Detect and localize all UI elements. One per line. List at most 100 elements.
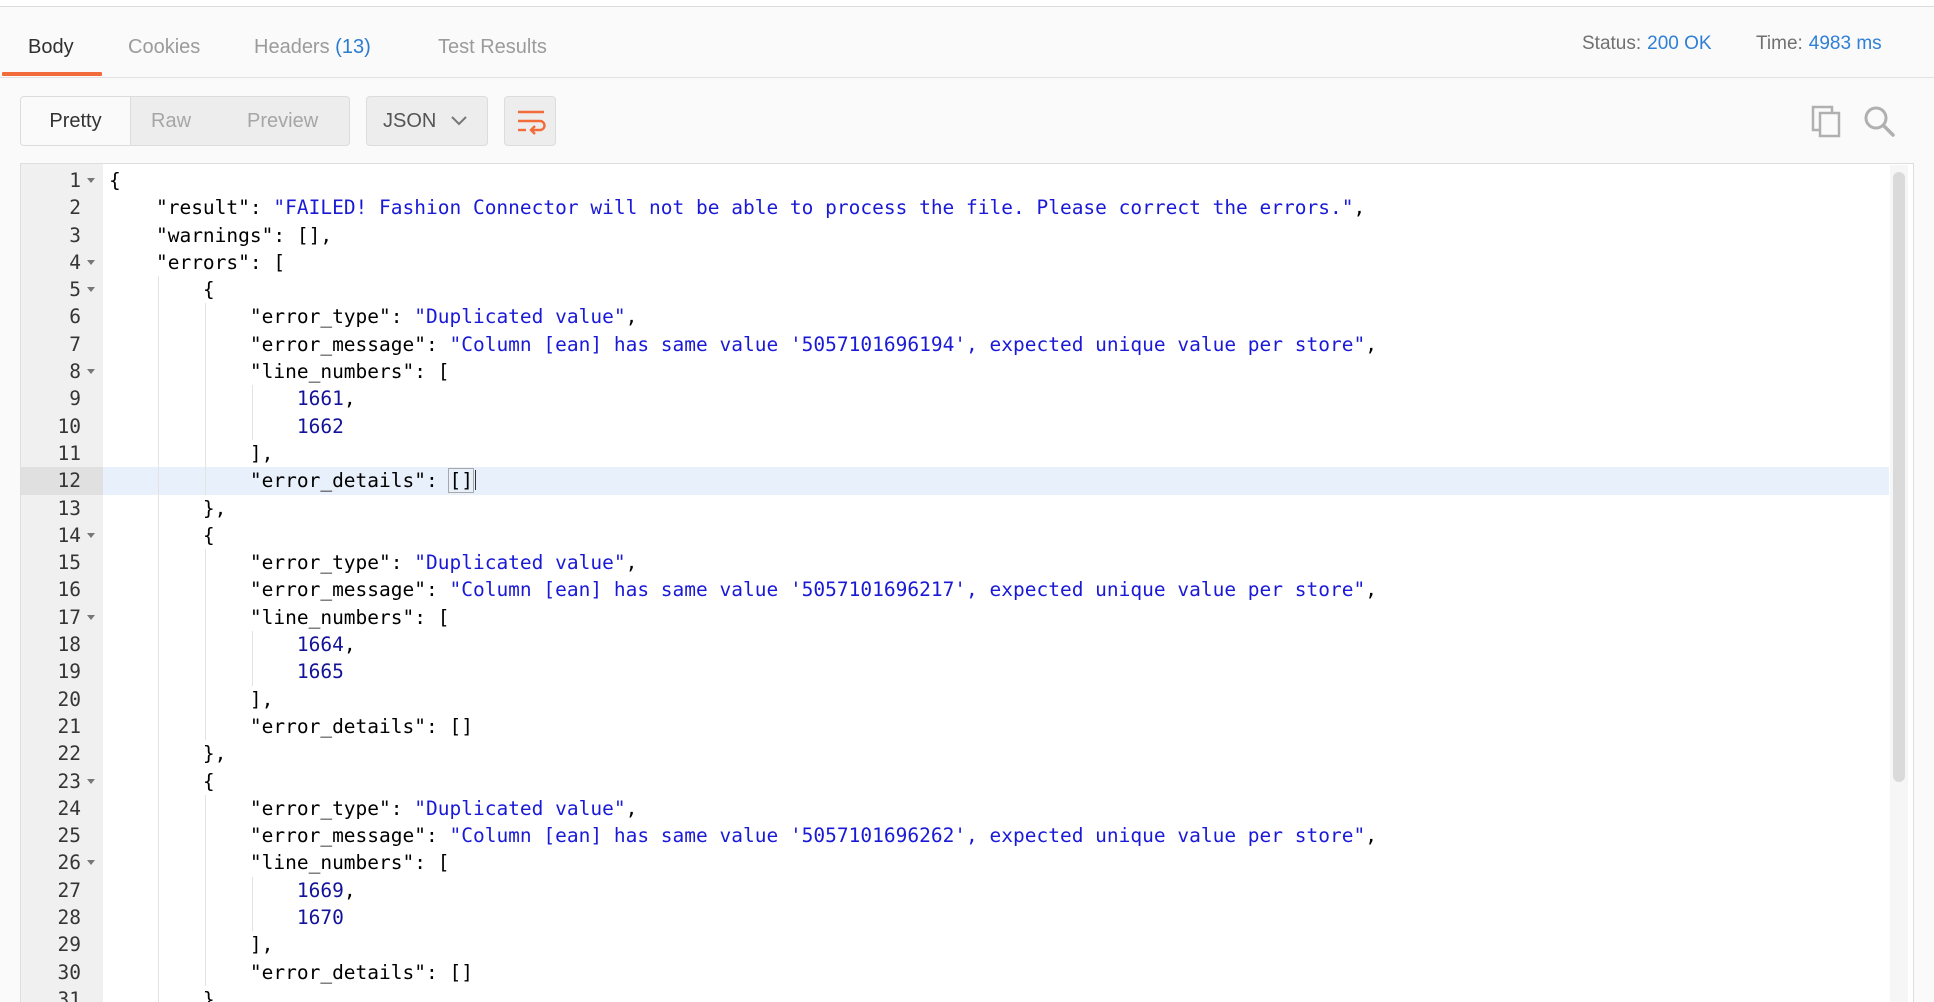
- code-text: "warnings": [],: [109, 222, 332, 249]
- json-punctuation: ,: [1365, 578, 1377, 602]
- tab-cookies[interactable]: Cookies: [128, 22, 200, 78]
- line-number: 2: [21, 194, 103, 222]
- code-line: 11 ],: [21, 439, 1889, 468]
- fold-toggle-icon[interactable]: [87, 178, 95, 183]
- code-line: 9 1661,: [21, 385, 1889, 413]
- json-punctuation: : []: [426, 960, 473, 984]
- json-punctuation: ,: [1353, 196, 1366, 220]
- code-text: 1670: [109, 904, 344, 931]
- tab-label: Cookies: [128, 36, 201, 58]
- json-punctuation: :: [426, 824, 450, 848]
- response-tabbar: Body Cookies Headers (13) Test Results S…: [0, 22, 1934, 78]
- status-readout: Status: 200 OK: [1582, 22, 1712, 72]
- line-number: 20: [21, 685, 103, 713]
- code-line: 20 ],: [21, 685, 1889, 713]
- json-punctuation: ,: [343, 878, 356, 902]
- json-key: "line_numbers": [249, 851, 415, 875]
- fold-toggle-icon[interactable]: [87, 860, 95, 866]
- json-punctuation: :: [426, 469, 450, 493]
- line-number: 10: [21, 412, 103, 440]
- status-label: Status:: [1582, 33, 1642, 54]
- code-text: },: [109, 495, 226, 522]
- json-punctuation: },: [202, 496, 227, 520]
- code-text: "error_type": "Duplicated value",: [109, 549, 637, 576]
- line-number: 11: [21, 439, 103, 468]
- search-icon[interactable]: [1862, 104, 1896, 138]
- view-preview-button[interactable]: Preview: [247, 97, 318, 145]
- vertical-scrollbar[interactable]: [1893, 172, 1905, 782]
- json-punctuation: ,: [625, 551, 638, 575]
- json-key: "error_details": [249, 469, 426, 493]
- json-punctuation: :: [426, 578, 450, 602]
- fold-toggle-icon[interactable]: [87, 259, 95, 265]
- code-text: },: [109, 986, 226, 1002]
- code-line: 15 "error_type": "Duplicated value",: [21, 549, 1889, 577]
- json-key: "errors": [155, 250, 250, 274]
- line-number: 6: [21, 303, 103, 331]
- line-number: 19: [21, 658, 103, 686]
- json-punctuation: : [: [414, 360, 450, 384]
- text-cursor: [474, 470, 476, 491]
- code-text: "errors": [: [109, 249, 285, 276]
- json-string: "Duplicated value": [414, 796, 626, 820]
- view-pretty-button[interactable]: Pretty: [21, 97, 131, 145]
- code-text: "line_numbers": [: [109, 849, 450, 876]
- line-number: 25: [21, 822, 103, 850]
- fold-toggle-icon[interactable]: [87, 778, 95, 784]
- json-punctuation: {: [109, 169, 121, 192]
- code-line: 1{: [21, 167, 1889, 195]
- code-line: 8 "line_numbers": [: [21, 358, 1889, 386]
- status-value[interactable]: 200 OK: [1647, 33, 1711, 54]
- tab-headers[interactable]: Headers (13): [254, 22, 371, 78]
- code-text: ],: [109, 440, 273, 467]
- line-number: 27: [21, 876, 103, 905]
- line-number: 9: [21, 385, 103, 413]
- fold-toggle-icon[interactable]: [87, 287, 95, 293]
- code-line: 10 1662: [21, 412, 1889, 440]
- code-text: {: [109, 276, 215, 303]
- code-line: 25 "error_message": "Column [ean] has sa…: [21, 822, 1889, 850]
- code-line: 24 "error_type": "Duplicated value",: [21, 794, 1889, 823]
- wrap-lines-button[interactable]: [504, 96, 556, 146]
- view-raw-button[interactable]: Raw: [151, 97, 191, 145]
- line-number: 21: [21, 712, 103, 741]
- json-key: "error_details": [249, 960, 426, 984]
- top-border: [0, 0, 1934, 7]
- code-text: 1669,: [109, 877, 356, 904]
- fold-toggle-icon[interactable]: [87, 614, 95, 620]
- json-key: "error_details": [249, 714, 426, 738]
- code-text: 1662: [109, 413, 344, 440]
- json-punctuation: []: [448, 468, 474, 494]
- json-number: 1661: [296, 387, 344, 411]
- code-line: 23 {: [21, 767, 1889, 795]
- code-line: 30 "error_details": []: [21, 958, 1889, 986]
- fold-toggle-icon[interactable]: [87, 369, 95, 375]
- json-punctuation: },: [202, 742, 227, 766]
- response-body-editor[interactable]: 1{2 "result": "FAILED! Fashion Connector…: [20, 163, 1914, 1002]
- tab-body[interactable]: Body: [28, 22, 74, 78]
- code-line: 3 "warnings": [],: [21, 221, 1889, 249]
- json-string: "Column [ean] has same value '5057101696…: [449, 332, 1366, 356]
- line-number: 7: [21, 330, 103, 359]
- copy-icon[interactable]: [1810, 104, 1844, 138]
- code-text: 1661,: [109, 385, 356, 412]
- code-text: },: [109, 740, 226, 767]
- json-punctuation: : [: [414, 851, 450, 875]
- fold-toggle-icon[interactable]: [87, 532, 95, 538]
- json-punctuation: {: [202, 769, 215, 793]
- code-line: 19 1665: [21, 658, 1889, 686]
- tab-label: Headers: [254, 36, 330, 58]
- code-line: 12 "error_details": []: [21, 467, 1889, 495]
- code-text: "error_type": "Duplicated value",: [109, 303, 637, 330]
- tab-test-results[interactable]: Test Results: [438, 22, 547, 78]
- time-value[interactable]: 4983 ms: [1809, 33, 1882, 54]
- json-punctuation: :: [426, 332, 450, 356]
- tab-label: Test Results: [438, 36, 547, 58]
- line-number: 28: [21, 904, 103, 932]
- json-string: "Duplicated value": [414, 551, 626, 575]
- code-line: 5 {: [21, 276, 1889, 304]
- json-number: 1662: [296, 414, 344, 438]
- line-number: 12: [21, 467, 103, 495]
- format-select[interactable]: JSON: [366, 96, 488, 146]
- code-line: 22 },: [21, 740, 1889, 768]
